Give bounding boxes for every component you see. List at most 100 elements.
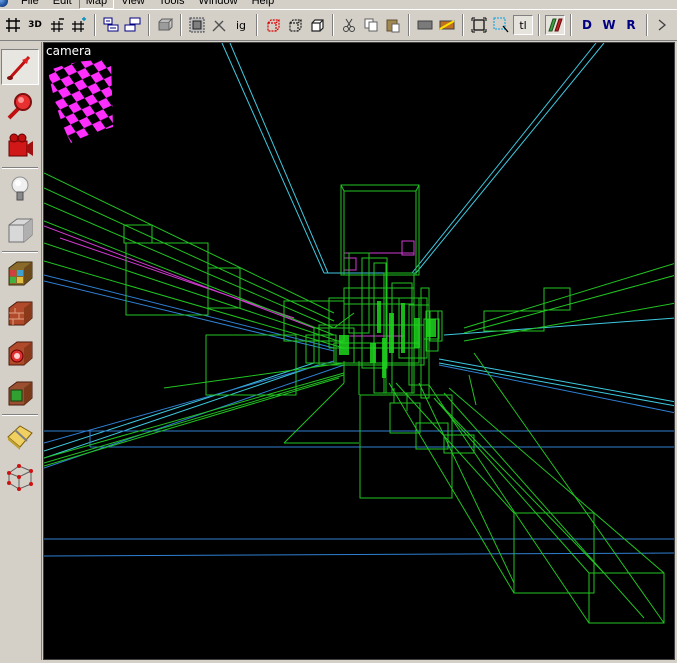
menu-help[interactable]: Help — [245, 0, 282, 8]
make-hollow-button[interactable] — [285, 15, 305, 35]
toolbar-separator — [332, 14, 334, 36]
toolbar-separator — [256, 14, 258, 36]
block-tool-icon — [8, 218, 33, 243]
replace-textures-button[interactable] — [437, 15, 457, 35]
toolbar-separator — [408, 14, 410, 36]
ungroup-button[interactable] — [123, 15, 143, 35]
3d-grid-button[interactable]: 3D — [25, 15, 45, 35]
toolbar-separator — [646, 14, 648, 36]
displacement-button[interactable] — [545, 15, 565, 35]
cut-button[interactable] — [339, 15, 359, 35]
texture-lock-label: tl — [519, 18, 527, 32]
toolbar-separator — [462, 14, 464, 36]
3d-grid-label: 3D — [28, 20, 42, 30]
texture-application-button[interactable] — [415, 15, 435, 35]
vertex-edit-button[interactable] — [653, 15, 673, 35]
selection-tool-icon — [7, 55, 31, 81]
fit-to-selection-button[interactable] — [469, 15, 489, 35]
main-toolbar: 3D ig tl D W R — [0, 9, 677, 41]
menu-tools[interactable]: Tools — [152, 0, 192, 8]
entity-tool-icon — [11, 176, 29, 201]
menu-bar: File Edit Map View Tools Window Help — [0, 0, 677, 9]
carve-button[interactable] — [263, 15, 283, 35]
hollow-icon — [289, 19, 302, 32]
wireframe-scene[interactable] — [44, 43, 675, 660]
vertex-manipulation-tool-button[interactable] — [1, 459, 39, 495]
menu-window[interactable]: Window — [191, 0, 244, 8]
menu-edit[interactable]: Edit — [46, 0, 79, 8]
copy-icon — [364, 18, 378, 32]
texture-lock-icon — [212, 20, 226, 32]
menu-view[interactable]: View — [114, 0, 152, 8]
bounding-box-icon — [471, 17, 487, 33]
grid-icon — [6, 18, 20, 32]
toggle-group-ignore-button[interactable] — [187, 15, 207, 35]
ignore-groups-button[interactable]: ig — [231, 15, 251, 35]
menu-map[interactable]: Map — [78, 0, 115, 9]
toolbar-separator — [570, 14, 572, 36]
selection-tool-button[interactable] — [1, 49, 39, 85]
toolbar-separator — [148, 14, 150, 36]
carve-icon — [267, 19, 280, 32]
entity-tool-button[interactable] — [1, 171, 39, 207]
select-region-icon — [493, 17, 509, 33]
displacement-icon — [548, 18, 563, 32]
smaller-grid-button[interactable] — [47, 15, 67, 35]
paste-button[interactable] — [383, 15, 403, 35]
group-icon — [103, 17, 119, 32]
paste-icon — [386, 19, 400, 33]
show-solid-button[interactable] — [307, 15, 327, 35]
decal-tool-icon — [8, 341, 33, 366]
camera-tool-button[interactable] — [1, 128, 39, 164]
palette-separator — [2, 414, 38, 416]
larger-grid-icon — [72, 17, 86, 32]
block-tool-button[interactable] — [1, 212, 39, 248]
displacement-w-button[interactable]: W — [599, 15, 619, 35]
overlay-tool-icon — [8, 381, 33, 406]
copy-button[interactable] — [361, 15, 381, 35]
grid-toggle-button[interactable] — [3, 15, 23, 35]
texture-swatch-icon — [417, 20, 433, 30]
texture-preview-thumbnail — [48, 59, 113, 143]
apply-current-texture-tool-button[interactable] — [1, 295, 39, 331]
group-ignore-icon — [189, 17, 205, 33]
larger-grid-button[interactable] — [69, 15, 89, 35]
replace-textures-icon — [439, 20, 455, 30]
chevron-tool-icon — [658, 19, 667, 31]
vertex-manipulation-tool-icon — [7, 464, 33, 491]
overlay-tool-button[interactable] — [1, 375, 39, 411]
displacement-d-label: D — [582, 18, 592, 32]
toolbar-separator — [94, 14, 96, 36]
group-button[interactable] — [101, 15, 121, 35]
ungroup-icon — [124, 17, 141, 32]
solid-box-icon — [311, 19, 324, 32]
tool-palette — [0, 42, 42, 663]
hide-icon — [158, 18, 173, 31]
texture-lock-button[interactable] — [209, 15, 229, 35]
texture-application-tool-button[interactable] — [1, 255, 39, 291]
app-globe-icon[interactable] — [0, 0, 8, 7]
displacement-d-button[interactable]: D — [577, 15, 597, 35]
toolbar-separator — [180, 14, 182, 36]
ignore-groups-label: ig — [235, 18, 247, 32]
texture-application-tool-icon — [8, 261, 33, 286]
displacement-w-label: W — [602, 18, 616, 32]
magnify-tool-button[interactable] — [1, 88, 39, 124]
camera-viewport[interactable]: camera — [43, 42, 675, 660]
clipping-tool-icon — [7, 425, 33, 450]
displacement-r-button[interactable]: R — [621, 15, 641, 35]
selection-mode-button[interactable] — [491, 15, 511, 35]
texture-lock-toggle-button[interactable]: tl — [513, 15, 533, 35]
scissors-icon — [343, 18, 355, 32]
toolbar-separator — [538, 14, 540, 36]
palette-separator — [2, 167, 38, 169]
magnify-tool-icon — [7, 93, 32, 120]
menu-file[interactable]: File — [14, 0, 46, 8]
camera-label: camera — [46, 44, 92, 58]
palette-separator — [2, 251, 38, 253]
camera-tool-icon — [8, 133, 33, 157]
decal-tool-button[interactable] — [1, 335, 39, 371]
displacement-r-label: R — [626, 18, 636, 32]
clipping-tool-button[interactable] — [1, 418, 39, 454]
hide-selected-button[interactable] — [155, 15, 175, 35]
